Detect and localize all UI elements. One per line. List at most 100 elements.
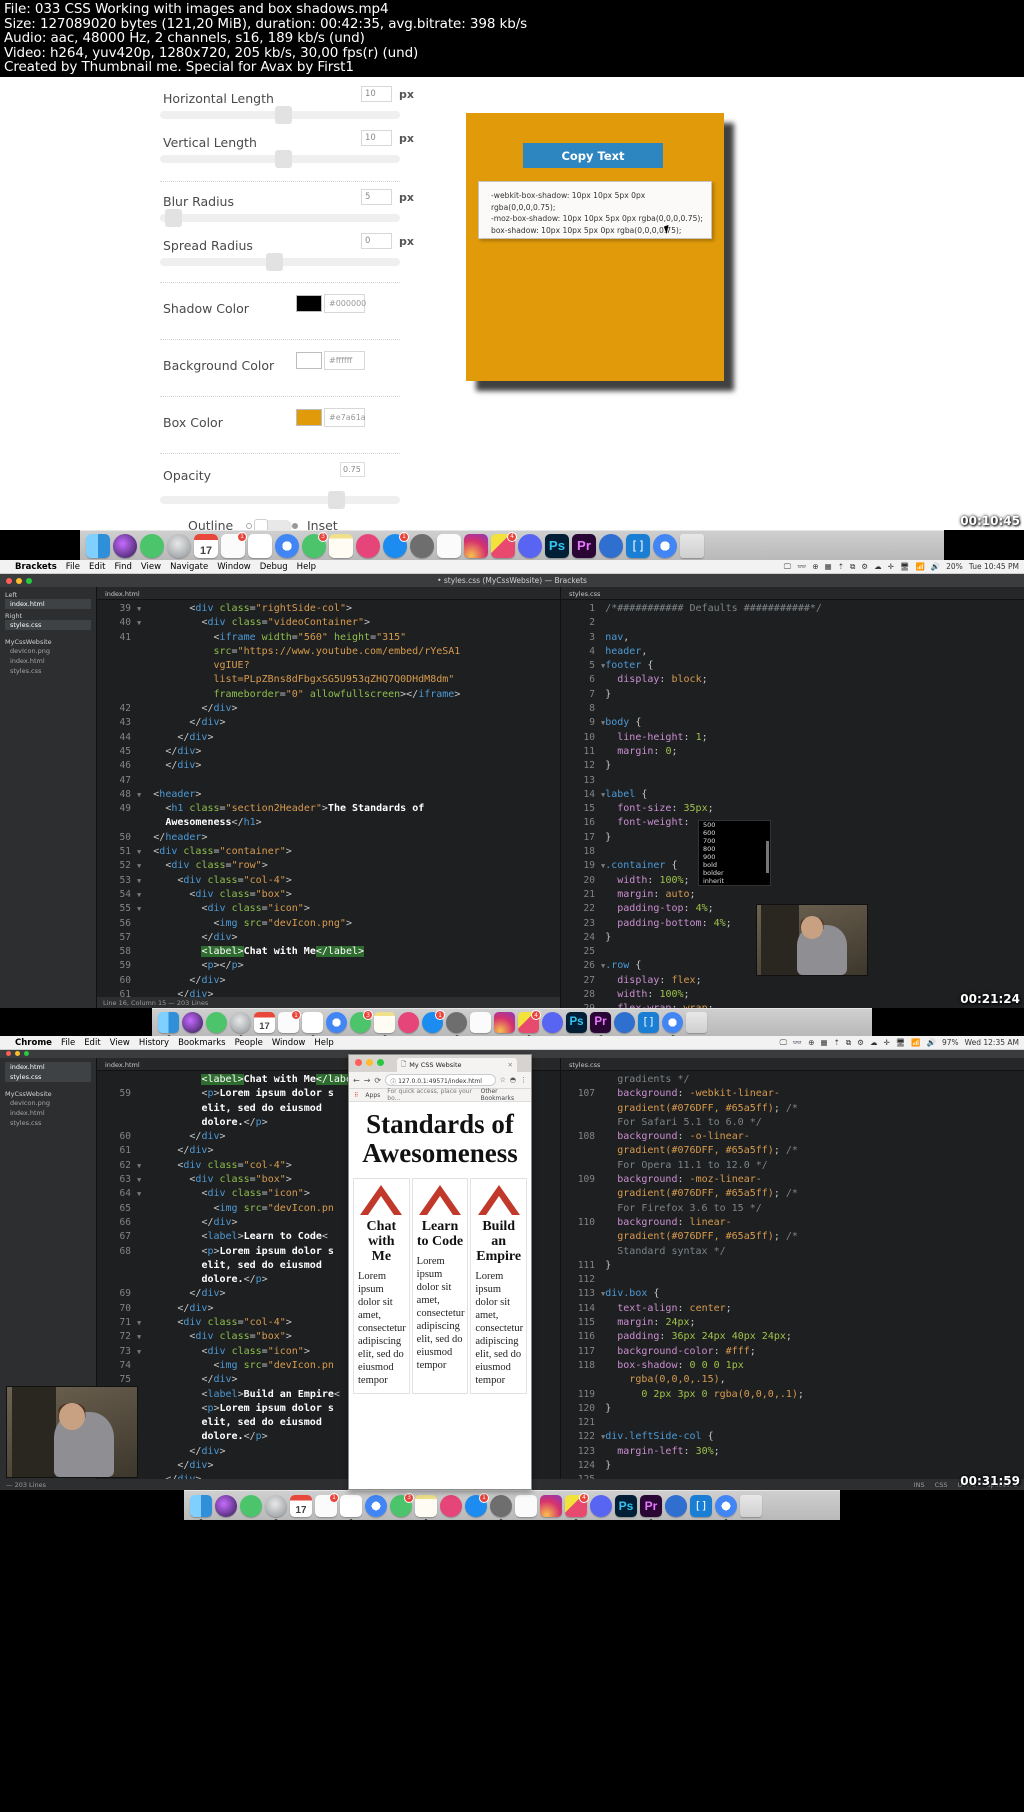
back-icon[interactable]: ← [353, 1076, 360, 1085]
launchpad-icon[interactable] [167, 533, 191, 560]
menubar-status-icon[interactable]: ✛ [883, 1038, 889, 1047]
menu-item-chrome[interactable]: Chrome [15, 1038, 52, 1048]
trash-icon[interactable] [686, 1012, 707, 1033]
settings-icon[interactable] [490, 1494, 512, 1520]
menu-item-window[interactable]: Window [272, 1038, 306, 1048]
brackets-icon[interactable]: [] [638, 1012, 659, 1033]
menu-item-edit[interactable]: Edit [89, 562, 105, 572]
premiere-icon[interactable]: Pr [590, 1012, 611, 1036]
opacity-slider[interactable] [160, 491, 400, 509]
menubar-status-icon[interactable]: 🔊 [931, 562, 940, 571]
launchpad-icon[interactable] [230, 1012, 251, 1036]
control-slider[interactable] [160, 106, 400, 124]
project-file-styles-css[interactable]: styles.css [5, 666, 91, 676]
fold-caret-icon[interactable] [601, 977, 605, 985]
finder-icon[interactable] [190, 1494, 212, 1520]
menu-item-view[interactable]: View [141, 562, 161, 572]
apps-icon[interactable]: ⠿ [354, 1092, 358, 1099]
project-file-devicon-png[interactable]: devIcon.png [5, 646, 91, 656]
fold-caret-icon[interactable] [137, 1276, 141, 1284]
macos-dock-2[interactable]: 17 1 3 1 4 Ps Pr [] [0, 1008, 1024, 1036]
chrome2-icon[interactable] [715, 1494, 737, 1520]
working-file-index-html-3[interactable]: index.html [5, 1062, 91, 1072]
project-file-devicon-png-3[interactable]: devIcon.png [5, 1098, 91, 1108]
fold-caret-icon[interactable] [137, 1305, 141, 1313]
bookmark-apps[interactable]: Apps [365, 1092, 380, 1099]
fold-caret-icon[interactable]: ▼ [137, 1190, 141, 1198]
fold-caret-icon[interactable]: ▼ [137, 1162, 141, 1170]
window-traffic-lights-3[interactable] [6, 1051, 29, 1056]
slider-knob[interactable] [328, 491, 345, 509]
sublime-icon[interactable]: 4 [518, 1010, 541, 1036]
fold-caret-icon[interactable]: ▼ [137, 862, 141, 870]
brackets-icon[interactable]: [] [626, 533, 650, 558]
color-hex-input[interactable]: #e7a61a [324, 408, 366, 427]
menubar-status-icon[interactable]: ⇡ [834, 1038, 840, 1047]
macos-menubar-2[interactable]: Brackets File Edit Find View Navigate Window De… [0, 560, 1024, 574]
menubar-status-icon[interactable]: ☁ [874, 562, 882, 571]
fold-caret-icon[interactable] [137, 920, 141, 928]
photoshop-icon[interactable]: Ps [566, 1012, 587, 1033]
fold-caret-icon[interactable] [601, 1391, 605, 1399]
fold-caret-icon[interactable] [601, 848, 605, 856]
menu-item-find[interactable]: Find [114, 562, 131, 572]
menu-item-file[interactable]: File [66, 562, 80, 572]
chrome-bookmarks-bar[interactable]: ⠿ Apps For quick access, place your bo..… [349, 1088, 531, 1102]
brackets-sidebar-2[interactable]: Left index.html Right styles.css MyCssWe… [0, 587, 96, 1008]
imovie-icon[interactable] [599, 533, 623, 558]
fold-caret-icon[interactable] [601, 1333, 605, 1341]
fold-caret-icon[interactable] [137, 1105, 141, 1113]
autocomplete-item[interactable]: 800 [699, 845, 770, 853]
menubar-status-icon[interactable]: ⊕ [808, 1038, 814, 1047]
menubar-status-icon[interactable]: 👓 [793, 1038, 802, 1047]
messages-icon[interactable]: 3 [390, 1492, 414, 1517]
fold-caret-icon[interactable] [137, 734, 141, 742]
menu-item-bookmarks[interactable]: Bookmarks [178, 1038, 226, 1048]
siri-icon[interactable] [215, 1494, 237, 1517]
trash-icon[interactable] [680, 533, 704, 558]
fold-caret-icon[interactable] [137, 705, 141, 713]
menu-item-window[interactable]: Window [217, 562, 251, 572]
dock-container[interactable]: 17 1 3 1 4 Ps Pr [] [152, 1008, 872, 1036]
fold-caret-icon[interactable]: ▼ [137, 905, 141, 913]
color-hex-input[interactable]: #000000 [324, 294, 366, 313]
fold-caret-icon[interactable] [601, 1348, 605, 1356]
menubar-status-icon[interactable]: ⇡ [838, 562, 844, 571]
fold-caret-icon[interactable] [601, 748, 605, 756]
fold-caret-icon[interactable] [137, 1205, 141, 1213]
menu-item-people[interactable]: People [235, 1038, 263, 1048]
chrome-tabbar[interactable]: 🗋 My CSS Website ✕ [349, 1055, 531, 1072]
fold-caret-icon[interactable] [601, 991, 605, 999]
chrome-browser-window[interactable]: 🗋 My CSS Website ✕ ← → ⟳ ⓘ 127.0.0.1:495… [348, 1054, 532, 1490]
fold-caret-icon[interactable] [137, 1262, 141, 1270]
project-file-styles-css-3[interactable]: styles.css [5, 1118, 91, 1128]
working-file-index-html[interactable]: index.html [5, 599, 91, 609]
chrome-icon[interactable] [275, 533, 299, 558]
menu-item-navigate[interactable]: Navigate [170, 562, 208, 572]
color-swatch[interactable] [296, 352, 322, 369]
control-slider[interactable] [160, 253, 400, 271]
menu-item-brackets[interactable]: Brackets [15, 562, 57, 572]
photoshop-icon[interactable]: Ps [545, 533, 569, 558]
fold-caret-icon[interactable] [137, 1233, 141, 1241]
settings-icon[interactable] [446, 1012, 467, 1036]
fold-caret-icon[interactable] [137, 748, 141, 756]
apps-grid-icon[interactable] [302, 1012, 323, 1036]
calendar-icon[interactable]: 17 [290, 1494, 312, 1517]
menubar-status-icon[interactable]: 👓 [797, 562, 806, 571]
discord-icon[interactable] [590, 1494, 612, 1517]
chrome-icon[interactable] [326, 1012, 347, 1033]
fold-caret-icon[interactable] [601, 905, 605, 913]
close-icon[interactable]: ✕ [508, 1061, 513, 1069]
chrome-toolbar[interactable]: ← → ⟳ ⓘ 127.0.0.1:49571/index.html ☆ ◓ ⋮ [349, 1072, 531, 1089]
menu-item-view[interactable]: View [110, 1038, 130, 1048]
autocomplete-item[interactable]: bolder [699, 869, 770, 877]
preview-icon[interactable] [515, 1494, 537, 1517]
preview-icon[interactable] [470, 1012, 491, 1033]
launchpad-icon[interactable] [265, 1494, 287, 1520]
chrome-tab[interactable]: 🗋 My CSS Website ✕ [397, 1058, 517, 1072]
menubar-status-icon[interactable]: 🖥 [900, 562, 910, 571]
fold-caret-icon[interactable] [601, 1090, 605, 1098]
apps-grid-icon[interactable] [340, 1494, 362, 1520]
opacity-value-input[interactable]: 0.75 [340, 462, 365, 477]
